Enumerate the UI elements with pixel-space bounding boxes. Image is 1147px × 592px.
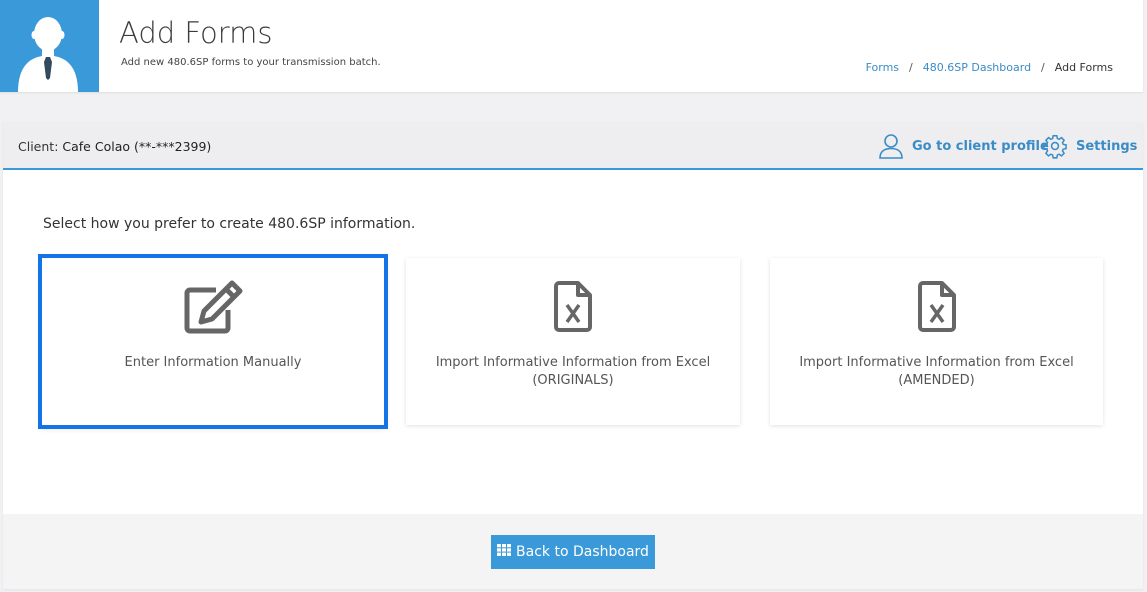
import-excel-originals-option[interactable]: Import Informative Information from Exce…	[406, 258, 740, 425]
option-title: Import Informative Information from Exce…	[435, 355, 711, 370]
back-to-dashboard-label: Back to Dashboard	[516, 544, 649, 560]
breadcrumb-480-6sp-dashboard[interactable]: 480.6SP Dashboard	[923, 61, 1031, 74]
option-title: Import Informative Information from Exce…	[799, 355, 1074, 370]
settings-link[interactable]: Settings	[1042, 122, 1137, 170]
go-to-client-profile-label: Go to client profile	[912, 138, 1049, 154]
option-title: Enter Information Manually	[124, 355, 302, 370]
main-panel: Client: Cafe Colao (**-***2399) Go to cl…	[3, 122, 1143, 589]
breadcrumb-separator: /	[1041, 61, 1045, 74]
page-title: Add Forms	[119, 16, 273, 50]
panel-footer: Back to Dashboard	[3, 514, 1143, 589]
option-label: Import Informative Information from Exce…	[406, 354, 740, 390]
client-bar: Client: Cafe Colao (**-***2399) Go to cl…	[3, 122, 1143, 170]
back-to-dashboard-button[interactable]: Back to Dashboard	[491, 535, 655, 569]
edit-icon	[182, 280, 244, 340]
import-excel-amended-option[interactable]: Import Informative Information from Exce…	[770, 258, 1103, 425]
settings-label: Settings	[1076, 138, 1138, 154]
option-label: Enter Information Manually	[42, 354, 384, 372]
user-outline-icon	[878, 133, 904, 159]
option-label: Import Informative Information from Exce…	[770, 354, 1103, 390]
user-avatar-icon	[0, 0, 99, 92]
breadcrumb-separator: /	[909, 61, 913, 74]
breadcrumb: Forms / 480.6SP Dashboard / Add Forms	[866, 61, 1113, 74]
client-name: Cafe Colao (**-***2399)	[62, 139, 212, 154]
breadcrumb-forms[interactable]: Forms	[866, 61, 899, 74]
client-info: Client: Cafe Colao (**-***2399)	[18, 139, 211, 154]
excel-file-icon	[916, 280, 958, 338]
client-label: Client:	[18, 139, 59, 154]
grid-icon	[497, 544, 512, 560]
enter-manually-option[interactable]: Enter Information Manually	[38, 254, 388, 429]
option-subtitle: (AMENDED)	[898, 373, 975, 388]
page-subtitle: Add new 480.6SP forms to your transmissi…	[121, 57, 381, 68]
selection-prompt: Select how you prefer to create 480.6SP …	[43, 216, 416, 232]
page-header: Add Forms Add new 480.6SP forms to your …	[0, 0, 1143, 92]
excel-file-icon	[552, 280, 594, 338]
go-to-client-profile-link[interactable]: Go to client profile	[878, 122, 1049, 170]
gear-icon	[1042, 133, 1068, 159]
breadcrumb-current: Add Forms	[1054, 61, 1113, 74]
option-subtitle: (ORIGINALS)	[532, 373, 614, 388]
